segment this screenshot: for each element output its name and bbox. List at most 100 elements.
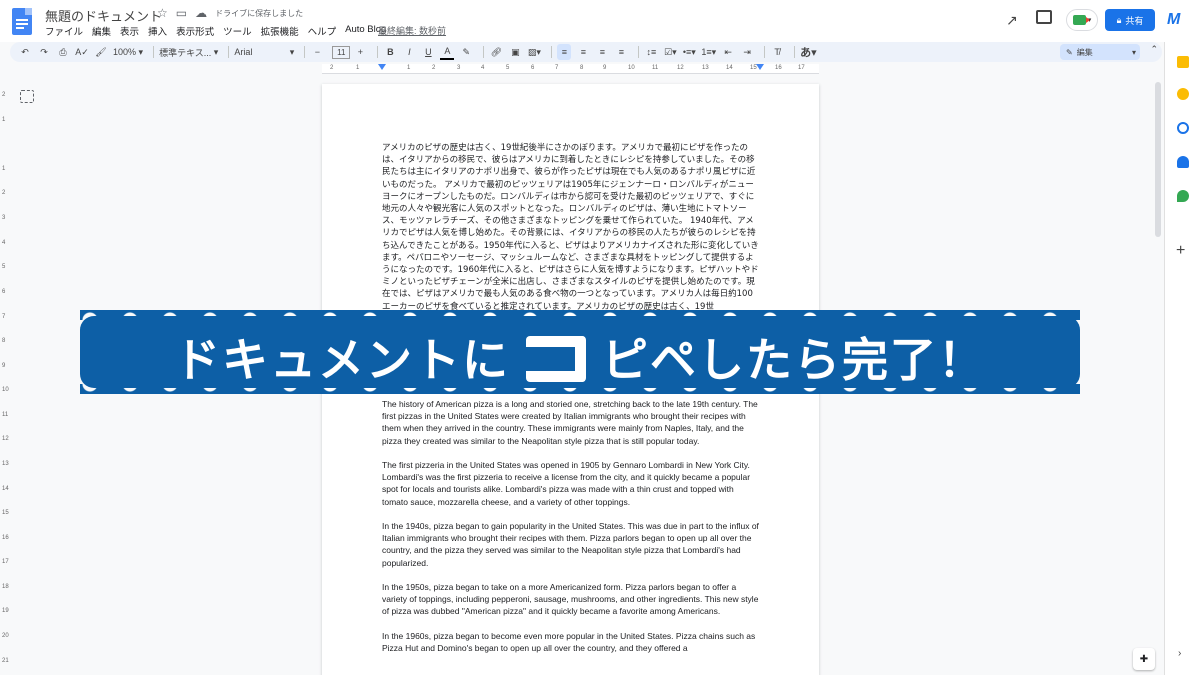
menu-tools[interactable]: ツール	[223, 24, 252, 38]
banner-text-before: ドキュメントに	[174, 333, 510, 387]
formatting-toolbar: ↶ ↷ ⎙ A✓ 🖌︎ 100% ▾ 標準テキス... ▾ Arial ▾ − 1…	[10, 42, 1162, 62]
text-color-icon[interactable]: A	[440, 44, 455, 60]
scrollbar-thumb[interactable]	[1155, 82, 1161, 237]
show-side-panel-icon[interactable]: ›	[1178, 648, 1181, 659]
ruler-tick: 15	[750, 65, 757, 71]
highlight-color-icon[interactable]: ✎	[459, 44, 473, 60]
checklist-icon[interactable]: ☑▾	[663, 44, 677, 60]
insert-link-icon[interactable]: 🔗︎	[489, 44, 503, 60]
italic-icon[interactable]: I	[402, 44, 416, 60]
justify-icon[interactable]: ≡	[614, 44, 628, 60]
ruler-tick: 18	[2, 584, 9, 590]
font-size-input[interactable]: 11	[332, 45, 351, 59]
clear-formatting-icon[interactable]: T̸	[770, 44, 784, 60]
ruler-tick: 12	[677, 65, 684, 71]
title-bar: 無題のドキュメント ☆ ▭ ☁ ドライブに保存しました ファイル 編集 表示 挿…	[0, 0, 1200, 42]
paragraph: The first pizzeria in the United States …	[382, 460, 751, 507]
ruler-tick: 13	[702, 65, 709, 71]
ruler-tick: 5	[506, 65, 510, 71]
line-spacing-icon[interactable]: ↕≡	[644, 44, 658, 60]
spellcheck-icon[interactable]: A✓	[75, 44, 89, 60]
font-select[interactable]: Arial ▾	[234, 44, 294, 60]
ruler-tick: 19	[2, 608, 9, 614]
ruler-tick: 5	[2, 264, 6, 270]
align-center-icon[interactable]: ≡	[576, 44, 590, 60]
bulleted-list-icon[interactable]: •≡▾	[682, 44, 696, 60]
last-edit-link[interactable]: 最終編集: 数秒前	[378, 24, 446, 37]
meet-camera-icon	[1072, 15, 1090, 25]
underline-icon[interactable]: U	[421, 44, 435, 60]
activity-trend-icon[interactable]: ↗	[1006, 12, 1018, 29]
menu-edit[interactable]: 編集	[92, 24, 111, 38]
menu-view[interactable]: 表示	[120, 24, 139, 38]
keep-icon[interactable]	[1177, 88, 1189, 100]
zoom-select[interactable]: 100% ▾	[113, 44, 143, 60]
insert-image-icon[interactable]: ▨▾	[527, 44, 541, 60]
vertical-ruler[interactable]: 2 1 1 2 3 4 5 6 7 8 9 10 11 12 13 14 15 …	[0, 86, 10, 675]
move-folder-icon[interactable]: ▭	[176, 6, 187, 20]
ruler-tick: 11	[652, 65, 659, 71]
print-icon[interactable]: ⎙	[56, 44, 70, 60]
ruler-tick: 14	[2, 486, 9, 492]
promo-banner: ドキュメントに ピペしたら完了！	[80, 316, 1080, 394]
menu-file[interactable]: ファイル	[45, 24, 83, 38]
document-title[interactable]: 無題のドキュメント	[45, 6, 162, 25]
ruler-tick: 6	[2, 289, 6, 295]
add-comment-icon[interactable]: ▣	[508, 44, 522, 60]
banner-text: ドキュメントに ピペしたら完了！	[80, 324, 1080, 390]
ruler-tick: 1	[2, 166, 6, 172]
comment-history-icon[interactable]	[1036, 10, 1052, 24]
ruler-tick: 16	[775, 65, 782, 71]
bold-icon[interactable]: B	[383, 44, 397, 60]
ruler-tick: 1	[2, 117, 6, 123]
google-docs-window: 無題のドキュメント ☆ ▭ ☁ ドライブに保存しました ファイル 編集 表示 挿…	[0, 0, 1200, 675]
menu-insert[interactable]: 挿入	[148, 24, 167, 38]
meet-button[interactable]: ▾	[1066, 9, 1098, 31]
account-logo-icon[interactable]: M	[1167, 11, 1180, 29]
style-select[interactable]: 標準テキス... ▾	[159, 44, 218, 60]
ruler-tick: 14	[726, 65, 733, 71]
ruler-tick: 17	[798, 65, 805, 71]
tasks-icon[interactable]	[1177, 122, 1189, 134]
numbered-list-icon[interactable]: 1≡▾	[701, 44, 716, 60]
contacts-icon[interactable]	[1177, 156, 1189, 168]
increase-font-size-button[interactable]: +	[353, 44, 367, 60]
ruler-tick: 1	[407, 65, 411, 71]
vertical-scrollbar[interactable]	[1152, 64, 1163, 675]
english-body: The history of American pizza is a long …	[382, 398, 760, 666]
align-left-icon[interactable]: ≡	[557, 44, 572, 60]
explore-icon[interactable]: ✚	[1133, 648, 1155, 670]
horizontal-ruler[interactable]: 2 1 1 2 3 4 5 6 7 8 9 10 11 12 13 14 15 …	[322, 64, 819, 74]
decrease-indent-icon[interactable]: ⇤	[721, 44, 735, 60]
ruler-tick: 3	[2, 215, 6, 221]
align-right-icon[interactable]: ≡	[595, 44, 609, 60]
input-tools-icon[interactable]: あ▾	[800, 44, 817, 60]
ruler-tick: 2	[432, 65, 436, 71]
ruler-tick: 10	[2, 387, 9, 393]
zoom-value: 100%	[113, 47, 137, 57]
share-button[interactable]: 🔒︎ 共有	[1105, 9, 1155, 31]
ruler-tick: 11	[2, 412, 9, 418]
ruler-tick: 7	[555, 65, 559, 71]
menu-extensions[interactable]: 拡張機能	[261, 24, 299, 38]
calendar-icon[interactable]	[1177, 56, 1189, 68]
maps-icon[interactable]	[1177, 190, 1189, 202]
collapse-menus-icon[interactable]: ⌃	[1150, 44, 1158, 55]
add-addon-icon[interactable]: +	[1176, 242, 1185, 260]
undo-icon[interactable]: ↶	[18, 44, 32, 60]
style-value: 標準テキス...	[159, 47, 212, 58]
redo-icon[interactable]: ↷	[37, 44, 51, 60]
left-indent-marker[interactable]	[378, 64, 386, 70]
decrease-font-size-button[interactable]: −	[310, 44, 324, 60]
increase-indent-icon[interactable]: ⇥	[740, 44, 754, 60]
cloud-saved-icon[interactable]: ☁	[195, 6, 207, 20]
star-icon[interactable]: ☆	[157, 6, 168, 20]
menu-format[interactable]: 表示形式	[176, 24, 214, 38]
menu-help[interactable]: ヘルプ	[308, 24, 337, 38]
docs-logo-icon[interactable]	[12, 8, 32, 35]
right-indent-marker[interactable]	[756, 64, 764, 70]
document-outline-icon[interactable]	[20, 90, 34, 103]
editing-mode-select[interactable]: ✎ 編集 ▾	[1060, 44, 1140, 60]
paint-format-icon[interactable]: 🖌︎	[94, 44, 108, 60]
ruler-tick: 2	[330, 65, 334, 71]
